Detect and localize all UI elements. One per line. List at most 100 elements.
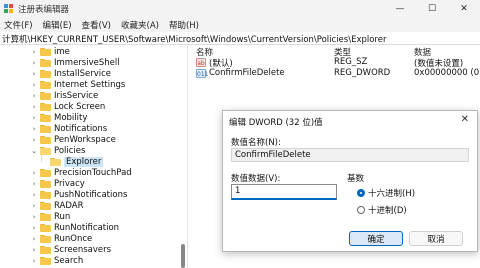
tree-item-privacy[interactable]: › Privacy bbox=[30, 178, 85, 189]
tree-item-policies[interactable]: ⌄ Policies bbox=[30, 145, 85, 156]
folder-icon bbox=[40, 245, 51, 254]
chevron-right-icon[interactable]: › bbox=[30, 213, 38, 221]
tree-scrollbar-thumb[interactable] bbox=[181, 244, 185, 268]
chevron-right-icon[interactable]: › bbox=[30, 81, 38, 89]
tree-item-label: Screensavers bbox=[54, 244, 112, 255]
folder-open-icon bbox=[40, 146, 51, 155]
folder-open-icon bbox=[50, 157, 61, 166]
maximize-button[interactable]: ☐ bbox=[416, 0, 448, 17]
folder-icon bbox=[40, 135, 51, 144]
tree-item-screensavers[interactable]: › Screensavers bbox=[30, 244, 111, 255]
chevron-right-icon[interactable]: › bbox=[30, 103, 38, 111]
address-bar[interactable]: 计算机\HKEY_CURRENT_USER\Software\Microsoft… bbox=[0, 33, 480, 45]
dword-value-icon: 011 bbox=[196, 69, 209, 78]
dialog-title: 编辑 DWORD (32 位)值 bbox=[229, 118, 323, 128]
tree-item-lock-screen[interactable]: › Lock Screen bbox=[30, 101, 106, 112]
tree-item-mobility[interactable]: › Mobility bbox=[30, 112, 88, 123]
chevron-right-icon[interactable]: › bbox=[30, 114, 38, 122]
column-header-type[interactable]: 类型 bbox=[334, 46, 351, 58]
tree-item-radar[interactable]: › RADAR bbox=[30, 200, 84, 211]
folder-icon bbox=[40, 69, 51, 78]
chevron-right-icon[interactable]: › bbox=[30, 169, 38, 177]
chevron-right-icon[interactable]: › bbox=[30, 246, 38, 254]
tree-item-label: ime bbox=[54, 46, 70, 57]
menu-bar: 文件(F) 编辑(E) 查看(V) 收藏夹(A) 帮助(H) bbox=[0, 17, 480, 32]
tree-item-label: RunNotification bbox=[54, 222, 120, 233]
tree-item-run[interactable]: › Run bbox=[30, 211, 71, 222]
address-path: 计算机\HKEY_CURRENT_USER\Software\Microsoft… bbox=[2, 34, 387, 45]
tree-item-irisservice[interactable]: › IrisService bbox=[30, 90, 99, 101]
menu-file[interactable]: 文件(F) bbox=[4, 19, 33, 31]
tree-item-notifications[interactable]: › Notifications bbox=[30, 123, 108, 134]
chevron-down-icon[interactable]: ⌄ bbox=[30, 147, 38, 155]
base-group-label: 基数 bbox=[347, 174, 365, 184]
menu-help[interactable]: 帮助(H) bbox=[169, 19, 199, 31]
chevron-right-icon[interactable]: › bbox=[30, 92, 38, 100]
tree-item-pushnotifications[interactable]: › PushNotifications bbox=[30, 189, 128, 200]
chevron-right-icon[interactable]: › bbox=[30, 235, 38, 243]
radio-selected-icon[interactable] bbox=[357, 189, 365, 197]
chevron-right-icon[interactable]: › bbox=[30, 136, 38, 144]
menu-favorites[interactable]: 收藏夹(A) bbox=[121, 19, 159, 31]
value-type: REG_DWORD bbox=[334, 68, 391, 78]
value-name: ConfirmFileDelete bbox=[209, 68, 285, 78]
tree-item-precisiontouchpad[interactable]: › PrecisionTouchPad bbox=[30, 167, 132, 178]
tree-item-immersiveshell[interactable]: › ImmersiveShell bbox=[30, 57, 120, 68]
tree-item-label: PenWorkspace bbox=[54, 134, 116, 145]
tree-item-search[interactable]: › Search bbox=[30, 255, 84, 266]
folder-icon bbox=[40, 124, 51, 133]
chevron-right-icon[interactable]: › bbox=[30, 224, 38, 232]
tree-item-label: RunOnce bbox=[54, 233, 93, 244]
chevron-right-icon[interactable]: › bbox=[30, 125, 38, 133]
edit-dword-dialog: 编辑 DWORD (32 位)值 ✕ 数值名称(N): ConfirmFileD… bbox=[222, 110, 478, 252]
folder-icon bbox=[40, 256, 51, 265]
value-row[interactable]: ab (默认) REG_SZ (数值未设置) bbox=[189, 57, 480, 69]
folder-icon bbox=[40, 58, 51, 67]
column-header-name[interactable]: 名称 bbox=[196, 46, 213, 58]
value-data: 0x00000000 (0) bbox=[414, 68, 480, 78]
chevron-right-icon[interactable]: › bbox=[30, 48, 38, 56]
cancel-button[interactable]: 取消 bbox=[409, 231, 463, 246]
folder-icon bbox=[40, 80, 51, 89]
chevron-right-icon[interactable]: › bbox=[30, 202, 38, 210]
tree-item-ime[interactable]: › ime bbox=[30, 46, 70, 57]
radio-decimal[interactable]: 十进制(D) bbox=[357, 204, 407, 216]
menu-edit[interactable]: 编辑(E) bbox=[43, 19, 72, 31]
folder-icon bbox=[40, 102, 51, 111]
column-header-data[interactable]: 数据 bbox=[414, 46, 431, 58]
tree-item-label: ImmersiveShell bbox=[54, 57, 120, 68]
window-title: 注册表编辑器 bbox=[18, 4, 70, 15]
menu-view[interactable]: 查看(V) bbox=[82, 19, 111, 31]
tree-item-explorer[interactable]: Explorer bbox=[40, 156, 104, 167]
tree-item-label: IrisService bbox=[54, 90, 99, 101]
title-bar: 注册表编辑器 — ☐ ✕ bbox=[0, 0, 480, 17]
tree-item-label: Run bbox=[54, 211, 71, 222]
tree-item-label: Policies bbox=[54, 145, 86, 156]
value-data-input[interactable]: 1 bbox=[231, 184, 337, 200]
value-data-label: 数值数据(V): bbox=[231, 174, 281, 184]
chevron-right-icon[interactable]: › bbox=[30, 257, 38, 265]
value-name-label: 数值名称(N): bbox=[231, 138, 281, 148]
tree-item-installservice[interactable]: › InstallService bbox=[30, 68, 111, 79]
dialog-close-button[interactable]: ✕ bbox=[461, 114, 469, 125]
chevron-right-icon[interactable]: › bbox=[30, 70, 38, 78]
chevron-right-icon[interactable]: › bbox=[30, 180, 38, 188]
ok-button[interactable]: 确定 bbox=[349, 231, 403, 246]
value-type: REG_SZ bbox=[334, 57, 368, 67]
tree-item-internet-settings[interactable]: › Internet Settings bbox=[30, 79, 126, 90]
folder-icon bbox=[40, 179, 51, 188]
value-row[interactable]: 011 ConfirmFileDelete REG_DWORD 0x000000… bbox=[189, 68, 480, 79]
chevron-right-icon[interactable]: › bbox=[30, 59, 38, 67]
radio-hexadecimal[interactable]: 十六进制(H) bbox=[357, 187, 415, 199]
tree-item-runnotification[interactable]: › RunNotification bbox=[30, 222, 119, 233]
tree-item-runonce[interactable]: › RunOnce bbox=[30, 233, 93, 244]
close-window-button[interactable]: ✕ bbox=[448, 0, 480, 17]
radio-unselected-icon[interactable] bbox=[357, 206, 365, 214]
tree-item-penworkspace[interactable]: › PenWorkspace bbox=[30, 134, 116, 145]
tree-item-label: Notifications bbox=[54, 123, 108, 134]
folder-icon bbox=[40, 113, 51, 122]
chevron-right-icon[interactable]: › bbox=[30, 191, 38, 199]
minimize-button[interactable]: — bbox=[384, 0, 416, 17]
tree-item-label: Mobility bbox=[54, 112, 88, 123]
folder-icon bbox=[40, 190, 51, 199]
